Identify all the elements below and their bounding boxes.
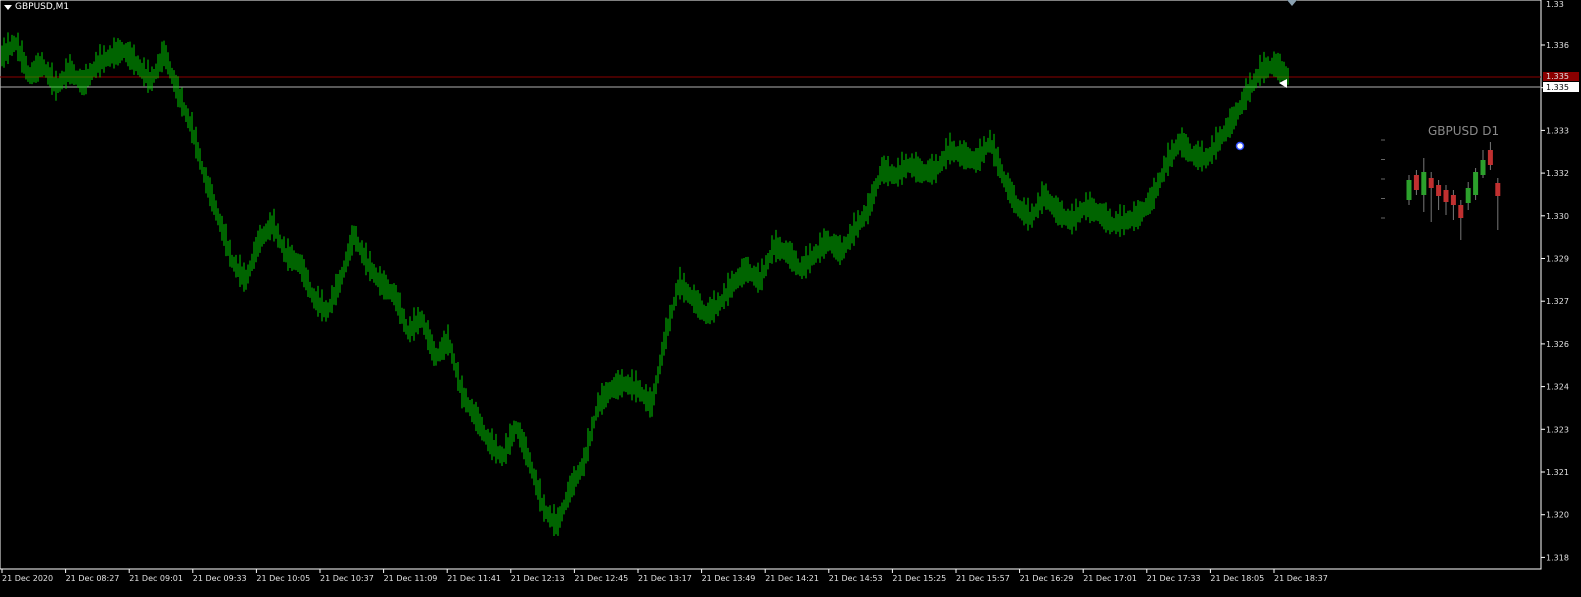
- time-tick-label: 21 Dec 16:29: [1020, 574, 1074, 583]
- mini-candle-body: [1458, 205, 1464, 218]
- time-tick-label: 21 Dec 08:27: [66, 574, 120, 583]
- time-tick-label: 21 Dec 14:53: [829, 574, 883, 583]
- mini-candle-body: [1465, 188, 1471, 203]
- chart-area-border: [0, 0, 1542, 570]
- chart-symbol-title[interactable]: GBPUSD,M1: [4, 2, 69, 12]
- mini-candle-body: [1487, 150, 1493, 165]
- price-tick-label: 1.332: [1546, 169, 1569, 178]
- price-tick-label: 1.330: [1546, 212, 1569, 221]
- mini-candle-body: [1406, 180, 1412, 200]
- price-tick-label: 1.321: [1546, 468, 1569, 477]
- time-tick-label: 21 Dec 17:33: [1147, 574, 1201, 583]
- mini-candle-body: [1495, 183, 1501, 196]
- mini-candle-body: [1413, 175, 1419, 190]
- time-tick-label: 21 Dec 18:05: [1210, 574, 1264, 583]
- mini-candle-body: [1436, 185, 1442, 196]
- scroll-marker-icon[interactable]: [1287, 0, 1297, 6]
- price-chart[interactable]: 1.336 1.335 1.333 1.332 1.330 1.329 1.327 1.326…: [0, 0, 1581, 597]
- mini-candle-body: [1450, 195, 1456, 205]
- price-tick-label: 1.324: [1546, 383, 1569, 392]
- price-tick-label: 1.320: [1546, 511, 1569, 520]
- bid-price-label: 1.335: [1546, 83, 1569, 92]
- price-tick-label: 1.326: [1546, 340, 1569, 349]
- time-tick-label: 21 Dec 10:37: [320, 574, 374, 583]
- time-tick-label: 21 Dec 10:05: [256, 574, 310, 583]
- time-tick-label: 21 Dec 12:45: [574, 574, 628, 583]
- time-tick-label: 21 Dec 12:13: [511, 574, 565, 583]
- time-tick-label: 21 Dec 15:57: [956, 574, 1010, 583]
- time-tick-label: 21 Dec 09:33: [193, 574, 247, 583]
- price-axis: 1.336 1.335 1.333 1.332 1.330 1.329 1.327 1.326…: [1541, 41, 1569, 562]
- price-tick-label: 1.336: [1546, 41, 1569, 50]
- mini-daily-chart: [1381, 139, 1501, 240]
- price-tick-label: 1.318: [1546, 553, 1569, 562]
- price-bars: [1, 32, 1289, 537]
- time-tick-label: 21 Dec 17:01: [1083, 574, 1137, 583]
- time-tick-label: 21 Dec 11:41: [447, 574, 501, 583]
- mini-chart-title: GBPUSD D1: [1428, 124, 1500, 138]
- time-tick-label: 21 Dec 15:25: [892, 574, 946, 583]
- mini-candle-body: [1428, 178, 1434, 188]
- time-tick-label: 21 Dec 13:49: [702, 574, 756, 583]
- price-tick-label: 1.329: [1546, 255, 1569, 264]
- time-tick-label: 21 Dec 14:21: [765, 574, 819, 583]
- mini-candle-body: [1421, 172, 1427, 195]
- time-tick-label: 21 Dec 11:09: [384, 574, 438, 583]
- price-label-top: 1.33: [1546, 0, 1564, 9]
- trade-marker-icon: [1235, 141, 1245, 151]
- mini-candle-body: [1480, 160, 1486, 175]
- time-tick-label: 21 Dec 13:17: [638, 574, 692, 583]
- mini-candle-body: [1473, 172, 1479, 195]
- price-tick-label: 1.323: [1546, 425, 1569, 434]
- mini-candle-body: [1443, 190, 1449, 202]
- price-tick-label: 1.333: [1546, 126, 1569, 135]
- time-tick-label: 21 Dec 09:01: [129, 574, 183, 583]
- dropdown-triangle-icon: [4, 4, 12, 10]
- price-tick-label: 1.327: [1546, 297, 1569, 306]
- ask-price-label: 1.335: [1546, 72, 1569, 81]
- time-axis: 21 Dec 2020 21 Dec 08:27 21 Dec 09:01 21 De…: [1, 569, 1328, 583]
- symbol-title-text: GBPUSD,M1: [15, 2, 70, 12]
- time-tick-label: 21 Dec 18:37: [1274, 574, 1328, 583]
- time-tick-label: 21 Dec 2020: [2, 574, 53, 583]
